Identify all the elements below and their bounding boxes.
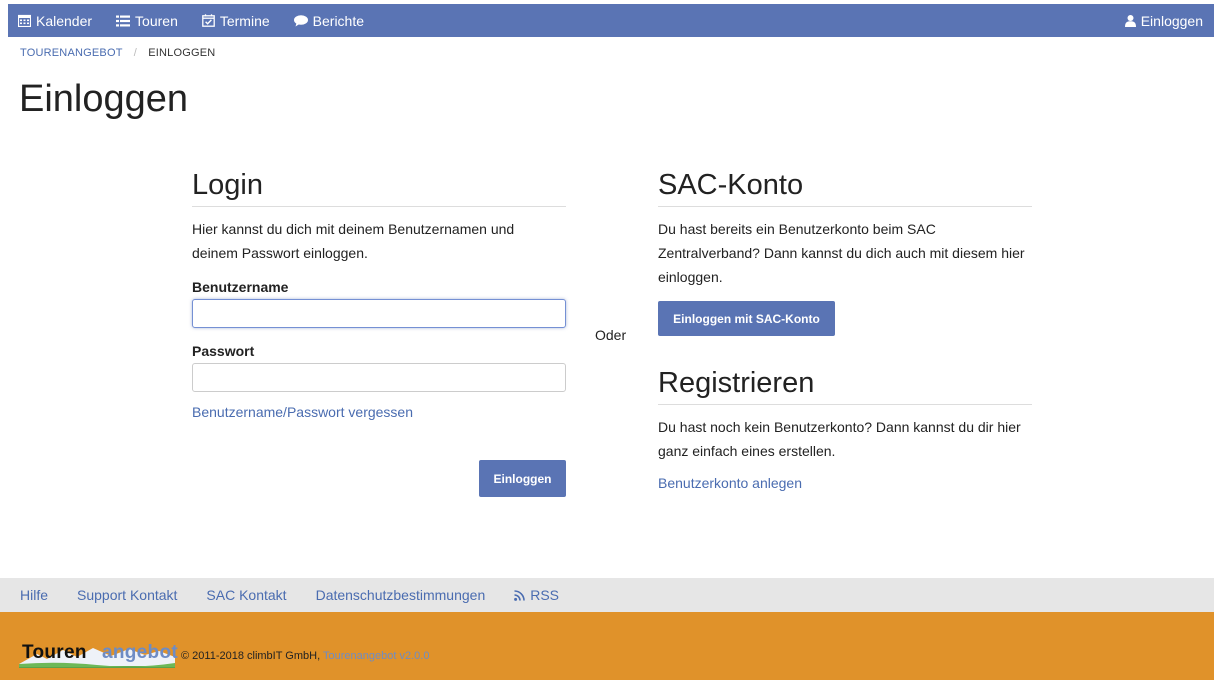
login-section: Login Hier kannst du dich mit deinem Ben… — [192, 168, 566, 497]
password-label: Passwort — [192, 343, 255, 359]
comment-icon — [293, 14, 308, 26]
version-link[interactable]: Tourenangebot v2.0.0 — [323, 650, 429, 662]
list-icon — [116, 15, 131, 26]
register-description: Du hast noch kein Benutzerkonto? Dann ka… — [658, 419, 1021, 459]
footer-link-rss[interactable]: RSS — [514, 587, 559, 603]
footer-link-hilfe[interactable]: Hilfe — [20, 587, 48, 603]
calendar-icon — [18, 14, 31, 27]
copyright-text: © 2011-2018 climbIT GmbH, Tourenangebot … — [181, 650, 429, 662]
nav-item-touren[interactable]: Touren — [104, 4, 190, 37]
register-title: Registrieren — [658, 366, 1032, 405]
copyright-label: © 2011-2018 climbIT GmbH, — [181, 650, 321, 662]
password-input[interactable] — [192, 363, 566, 392]
rss-icon — [514, 589, 526, 601]
footer-link-sac-kontakt[interactable]: SAC Kontakt — [206, 587, 286, 603]
or-separator: Oder — [595, 327, 627, 343]
nav-item-label: Termine — [219, 12, 270, 29]
page-title: Einloggen — [19, 78, 189, 120]
breadcrumb-item-tourenangebot[interactable]: TOURENANGEBOT — [20, 47, 122, 59]
create-account-link[interactable]: Benutzerkonto anlegen — [658, 475, 802, 491]
footer-links-bar: Hilfe Support Kontakt SAC Kontakt Datens… — [0, 578, 1214, 612]
sac-title: SAC-Konto — [658, 168, 1032, 207]
nav-item-berichte[interactable]: Berichte — [282, 4, 376, 37]
nav-item-label: Berichte — [312, 12, 365, 29]
login-submit-button[interactable]: Einloggen — [479, 460, 566, 497]
footer-link-support[interactable]: Support Kontakt — [77, 587, 177, 603]
sac-login-button[interactable]: Einloggen mit SAC-Konto — [658, 301, 835, 336]
login-description: Hier kannst du dich mit deinem Benutzern… — [192, 221, 515, 261]
breadcrumb-separator: / — [133, 47, 137, 59]
register-section: Registrieren Du hast noch kein Benutzerk… — [658, 366, 1032, 493]
login-title: Login — [192, 168, 566, 207]
footer-bottom: Touren angebot © 2011-2018 climbIT GmbH,… — [0, 612, 1214, 680]
nav-item-label: Touren — [135, 12, 178, 29]
logo-text-angebot: angebot — [102, 642, 178, 663]
footer-link-label: RSS — [530, 587, 560, 603]
logo-text-touren: Touren — [22, 642, 87, 663]
sac-section: SAC-Konto Du hast bereits ein Benutzerko… — [658, 168, 1032, 493]
username-label: Benutzername — [192, 279, 289, 295]
forgot-password-link[interactable]: Benutzername/Passwort vergessen — [192, 404, 413, 420]
nav-login-link[interactable]: Einloggen — [1113, 4, 1214, 37]
nav-item-termine[interactable]: Termine — [190, 4, 282, 37]
nav-login-label: Einloggen — [1140, 12, 1203, 29]
user-icon — [1124, 14, 1136, 27]
footer-link-datenschutz[interactable]: Datenschutzbestimmungen — [316, 587, 486, 603]
nav-item-kalender[interactable]: Kalender — [8, 4, 104, 37]
top-navbar: Kalender Touren Termine Berichte Einlogg… — [8, 4, 1214, 37]
breadcrumb: TOURENANGEBOT / EINLOGGEN — [20, 47, 215, 59]
calendar-check-icon — [202, 14, 215, 27]
nav-item-label: Kalender — [36, 12, 93, 29]
breadcrumb-item-current: EINLOGGEN — [148, 47, 216, 59]
tourenangebot-logo: Touren angebot — [19, 642, 178, 668]
sac-description: Du hast bereits ein Benutzerkonto beim S… — [658, 221, 1025, 285]
username-input[interactable] — [192, 299, 566, 328]
